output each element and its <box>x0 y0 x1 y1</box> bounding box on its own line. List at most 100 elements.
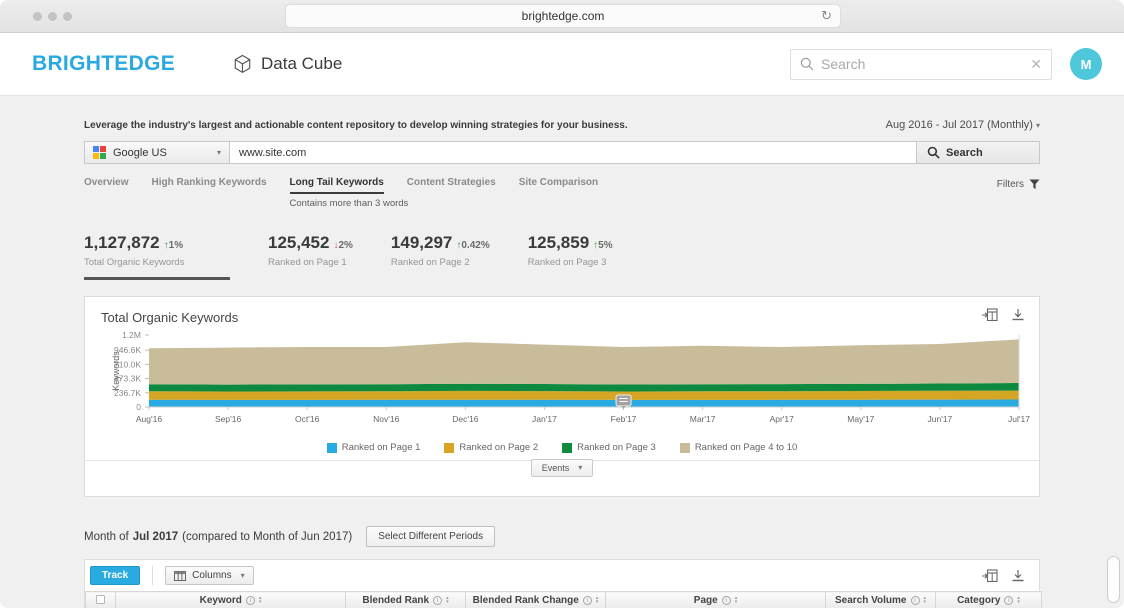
stat-label: Ranked on Page 3 <box>528 257 613 268</box>
column-header-keyword[interactable]: Keywordi▴▾ <box>116 592 346 608</box>
sort-icon[interactable]: ▴▾ <box>1017 596 1020 604</box>
search-icon <box>800 57 814 71</box>
avatar[interactable]: M <box>1070 48 1102 80</box>
info-icon[interactable]: i <box>433 596 442 605</box>
stat-label: Total Organic Keywords <box>84 257 230 268</box>
area-series-2 <box>149 391 1019 400</box>
close-icon[interactable]: ✕ <box>1030 56 1042 73</box>
header-content: Categoryi▴▾ <box>936 595 1041 606</box>
legend-item-ranked-on-page-3[interactable]: Ranked on Page 3 <box>562 442 656 453</box>
stat-value-row: 125,859↑5% <box>528 233 613 253</box>
active-tab-note: Contains more than 3 words <box>290 198 1041 209</box>
filters-button[interactable]: Filters <box>997 179 1040 194</box>
legend-label: Ranked on Page 1 <box>342 442 421 453</box>
chart-legend: Ranked on Page 1 Ranked on Page 2 Ranked o… <box>85 442 1039 453</box>
address-bar[interactable]: brightedge.com ↻ <box>285 4 841 28</box>
column-header-blended-rank[interactable]: Blended Rank i ▴▾ <box>346 592 466 608</box>
search-engine-select[interactable]: Google US ▾ <box>84 141 230 164</box>
date-range-selector[interactable]: Aug 2016 - Jul 2017 (Monthly)▾ <box>886 119 1040 131</box>
header-label: Blended Rank Change <box>473 595 579 606</box>
column-header-blended-rank-change[interactable]: Blended Rank Change i ▴▾ <box>466 592 606 608</box>
header-content: Keywordi▴▾ <box>116 595 345 606</box>
tab-overview[interactable]: Overview <box>84 177 128 194</box>
search-button[interactable]: Search <box>917 141 1040 164</box>
stat-ranked-on-page-3[interactable]: 125,859↑5% Ranked on Page 3 <box>528 233 613 280</box>
close-window-button[interactable] <box>33 12 42 21</box>
legend-item-ranked-on-page-4-to-10[interactable]: Ranked on Page 4 to 10 <box>680 442 797 453</box>
sort-icon[interactable]: ▴▾ <box>596 596 599 604</box>
column-header-category[interactable]: Categoryi▴▾ <box>936 592 1042 608</box>
area-series-1 <box>149 400 1019 408</box>
sort-icon[interactable]: ▴▾ <box>446 596 449 604</box>
download-icon[interactable] <box>1011 308 1025 322</box>
tab-site-comparison[interactable]: Site Comparison <box>519 177 598 194</box>
add-to-dashboard-icon[interactable] <box>982 308 998 322</box>
events-button[interactable]: Events ▾ <box>531 459 594 477</box>
site-url-input[interactable] <box>230 141 917 164</box>
info-icon[interactable]: i <box>1004 596 1013 605</box>
chart-svg: 0236.7K473.3K710.0K946.6K1.2MAug'16Sep'1… <box>85 325 1039 435</box>
columns-grid-icon <box>174 571 186 581</box>
chevron-down-icon: ▾ <box>241 571 245 580</box>
columns-button[interactable]: Columns ▾ <box>165 566 253 585</box>
chart-title: Total Organic Keywords <box>85 297 1039 325</box>
minimize-window-button[interactable] <box>48 12 57 21</box>
maximize-window-button[interactable] <box>63 12 72 21</box>
legend-label: Ranked on Page 4 to 10 <box>695 442 797 453</box>
chevron-down-icon: ▾ <box>1036 121 1040 130</box>
legend-swatch <box>444 443 454 453</box>
header-label: Blended Rank <box>362 595 429 606</box>
select-all-checkbox[interactable] <box>86 592 116 608</box>
up-arrow-icon: ↑ <box>164 240 169 251</box>
events-bar: Events ▾ <box>85 460 1039 485</box>
window-controls[interactable] <box>33 12 72 21</box>
add-to-dashboard-icon[interactable] <box>982 569 998 583</box>
svg-text:Dec'16: Dec'16 <box>452 414 478 424</box>
stat-delta: ↑1% <box>164 240 183 251</box>
info-icon[interactable]: i <box>246 596 255 605</box>
table-header-row: Keywordi▴▾Blended Ranki▴▾Blended Rank Ch… <box>86 592 1042 608</box>
sort-icon[interactable]: ▴▾ <box>259 596 262 604</box>
url-text: brightedge.com <box>522 9 605 23</box>
svg-text:May'17: May'17 <box>847 414 874 424</box>
scrollbar-thumb[interactable] <box>1107 556 1120 603</box>
stat-value: 149,297 <box>391 233 452 253</box>
tab-high-ranking-keywords[interactable]: High Ranking Keywords <box>151 177 266 194</box>
up-arrow-icon: ↑ <box>456 240 461 251</box>
chevron-down-icon: ▾ <box>217 148 221 157</box>
svg-text:Feb'17: Feb'17 <box>611 414 637 424</box>
browser-window: brightedge.com ↻ BRIGHTEDGE Data Cube Se… <box>0 0 1124 608</box>
svg-text:Jan'17: Jan'17 <box>532 414 557 424</box>
download-icon[interactable] <box>1011 569 1025 583</box>
sort-icon[interactable]: ▴▾ <box>924 596 927 604</box>
legend-item-ranked-on-page-1[interactable]: Ranked on Page 1 <box>327 442 421 453</box>
stats-row: 1,127,872↑1%Total Organic Keywords125,45… <box>84 233 1040 280</box>
legend-item-ranked-on-page-2[interactable]: Ranked on Page 2 <box>444 442 538 453</box>
brightedge-logo[interactable]: BRIGHTEDGE <box>32 52 175 76</box>
keywords-table: Keywordi▴▾Blended Ranki▴▾Blended Rank Ch… <box>85 591 1042 608</box>
tab-content-strategies[interactable]: Content Strategies <box>407 177 496 194</box>
column-header-search-volume[interactable]: Search Volumei▴▾ <box>826 592 936 608</box>
svg-text:0: 0 <box>136 402 141 412</box>
chevron-down-icon: ▾ <box>578 463 582 472</box>
column-header-page[interactable]: Pagei▴▾ <box>606 592 826 608</box>
global-search-box[interactable]: Search ✕ <box>790 49 1052 80</box>
stat-total-organic-keywords[interactable]: 1,127,872↑1%Total Organic Keywords <box>84 233 230 280</box>
stat-ranked-on-page-1[interactable]: 125,452↓2%Ranked on Page 1 <box>268 233 353 280</box>
info-icon[interactable]: i <box>583 596 592 605</box>
sort-icon[interactable]: ▴▾ <box>735 596 738 604</box>
select-different-periods-button[interactable]: Select Different Periods <box>366 526 495 547</box>
tab-long-tail-keywords[interactable]: Long Tail Keywords <box>290 177 384 194</box>
info-icon[interactable]: i <box>911 596 920 605</box>
stat-value-row: 125,452↓2% <box>268 233 353 253</box>
stat-ranked-on-page-2[interactable]: 149,297↑0.42%Ranked on Page 2 <box>391 233 490 280</box>
divider <box>152 566 153 585</box>
refresh-icon[interactable]: ↻ <box>821 8 832 24</box>
info-icon[interactable]: i <box>722 596 731 605</box>
track-button[interactable]: Track <box>90 566 140 585</box>
stacked-area-chart[interactable]: 0236.7K473.3K710.0K946.6K1.2MAug'16Sep'1… <box>85 325 1039 440</box>
period-month: Jul 2017 <box>133 531 178 543</box>
legend-swatch <box>327 443 337 453</box>
stat-label: Ranked on Page 2 <box>391 257 490 268</box>
area-series-4 <box>149 339 1019 384</box>
